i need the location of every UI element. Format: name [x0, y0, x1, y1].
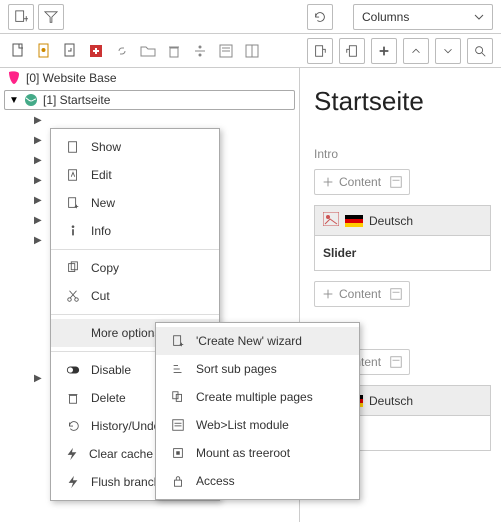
search-btn[interactable] — [467, 38, 493, 64]
ctx-edit[interactable]: Edit — [51, 161, 219, 189]
caret-down-icon: ▼ — [9, 95, 19, 106]
toggle-icon — [65, 362, 81, 378]
bolt-icon — [65, 474, 81, 490]
info-icon — [65, 223, 81, 239]
import-btn[interactable] — [339, 38, 365, 64]
form-icon[interactable] — [216, 41, 236, 61]
add-content-label: Content — [339, 175, 381, 189]
user-doc-icon[interactable] — [34, 41, 54, 61]
add-content-label: Content — [339, 287, 381, 301]
refresh-btn[interactable] — [307, 4, 333, 30]
lock-icon — [170, 473, 186, 489]
doc-add-icon[interactable] — [86, 41, 106, 61]
form-icon — [389, 355, 403, 369]
sub-sort[interactable]: Sort sub pages — [156, 355, 359, 383]
link-icon[interactable] — [112, 41, 132, 61]
copy-icon — [65, 260, 81, 276]
ctx-new[interactable]: New — [51, 189, 219, 217]
flag-de-icon — [345, 215, 363, 227]
folder-icon[interactable] — [138, 41, 158, 61]
block-title: Slider — [315, 236, 490, 270]
new-page-btn[interactable] — [8, 4, 34, 30]
tree-selected-label: [1] Startseite — [43, 93, 110, 107]
sub-weblist[interactable]: Web>List module — [156, 411, 359, 439]
columns-select-label: Columns — [362, 10, 409, 24]
ctx-copy[interactable]: Copy — [51, 254, 219, 282]
list-icon — [170, 417, 186, 433]
add-content-btn[interactable]: Content — [314, 169, 410, 195]
add-content-btn[interactable]: Content — [314, 281, 410, 307]
mount-icon — [170, 445, 186, 461]
down-btn[interactable] — [435, 38, 461, 64]
doc-new-icon[interactable] — [8, 41, 28, 61]
tree-child[interactable]: ▶ — [0, 110, 299, 130]
tree-child[interactable]: ▶ — [0, 368, 44, 388]
trash-icon[interactable] — [164, 41, 184, 61]
tree-node-selected[interactable]: ▼ [1] Startseite — [4, 90, 295, 110]
doc-arrow-icon[interactable] — [60, 41, 80, 61]
export-btn[interactable] — [307, 38, 333, 64]
section-intro: Intro — [314, 147, 491, 161]
divide-icon[interactable] — [190, 41, 210, 61]
tree-root-label: [0] Website Base — [26, 71, 117, 85]
sort-icon — [170, 361, 186, 377]
form-icon — [389, 287, 403, 301]
undo-icon — [65, 418, 81, 434]
tree-root[interactable]: [0] Website Base — [0, 68, 299, 88]
new-icon — [65, 195, 81, 211]
up-btn[interactable] — [403, 38, 429, 64]
plus-icon — [321, 175, 335, 189]
cut-icon — [65, 288, 81, 304]
file-icon — [65, 139, 81, 155]
ctx-show[interactable]: Show — [51, 133, 219, 161]
bolt-icon — [65, 446, 79, 462]
sub-create-multi[interactable]: Create multiple pages — [156, 383, 359, 411]
globe-icon — [23, 92, 39, 108]
chevron-down-icon — [474, 12, 484, 22]
page-title: Startseite — [314, 86, 491, 117]
filter-btn[interactable] — [38, 4, 64, 30]
layout-icon[interactable] — [242, 41, 262, 61]
multi-icon — [170, 389, 186, 405]
sub-mount[interactable]: Mount as treeroot — [156, 439, 359, 467]
image-icon — [323, 212, 339, 229]
columns-select[interactable]: Columns — [353, 4, 493, 30]
content-block-slider[interactable]: Deutsch Slider — [314, 205, 491, 271]
typo3-icon — [6, 70, 22, 86]
ctx-info[interactable]: Info — [51, 217, 219, 245]
new-icon — [170, 333, 186, 349]
trash-icon — [65, 390, 81, 406]
ctx-cut[interactable]: Cut — [51, 282, 219, 310]
block-lang: Deutsch — [369, 214, 413, 228]
plus-icon — [321, 287, 335, 301]
context-submenu: 'Create New' wizard Sort sub pages Creat… — [155, 322, 360, 500]
form-icon — [389, 175, 403, 189]
sub-access[interactable]: Access — [156, 467, 359, 495]
block-lang: Deutsch — [369, 394, 413, 408]
edit-icon — [65, 167, 81, 183]
sub-wizard[interactable]: 'Create New' wizard — [156, 327, 359, 355]
plus-btn[interactable] — [371, 38, 397, 64]
